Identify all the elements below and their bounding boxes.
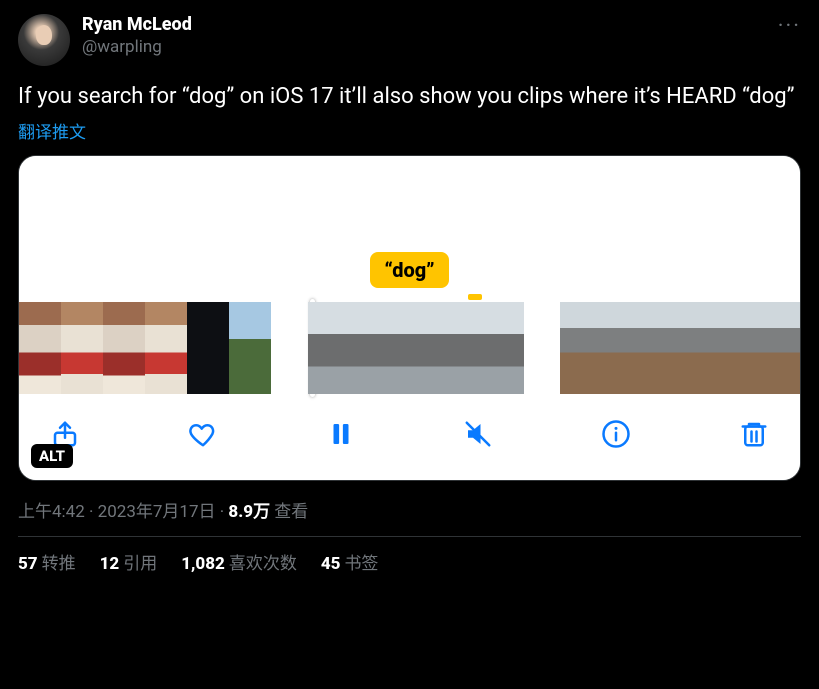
meta-date[interactable]: 2023年7月17日 [98, 502, 216, 522]
alt-badge[interactable]: ALT [31, 444, 73, 468]
media-toolbar [19, 394, 800, 480]
thumbnail [145, 302, 187, 394]
caption-badge: “dog” [370, 252, 448, 288]
clip-group-1[interactable] [19, 302, 271, 394]
thumbnail [380, 302, 452, 394]
stat-likes[interactable]: 1,082喜欢次数 [181, 549, 297, 574]
author-block: Ryan McLeod @warpling [82, 14, 192, 58]
badge-row: “dog” [19, 252, 800, 288]
muted-icon[interactable] [460, 416, 496, 452]
thumbnail [760, 302, 800, 394]
thumbnail [308, 302, 380, 394]
thumbnail [680, 302, 720, 394]
meta-sep: · [216, 502, 229, 522]
divider [18, 536, 801, 537]
meta-sep: · [85, 502, 98, 522]
thumbnail [229, 302, 271, 394]
thumbnail [103, 302, 145, 394]
tweet-meta: 上午4:42 · 2023年7月17日 · 8.9万 查看 [18, 497, 801, 522]
clip-group-2[interactable] [308, 302, 524, 394]
thumbnail [600, 302, 640, 394]
thumbnail [187, 302, 229, 394]
thumbnail [560, 302, 600, 394]
clip-gap [271, 302, 308, 394]
translate-link[interactable]: 翻译推文 [18, 118, 801, 143]
tweet: Ryan McLeod @warpling ··· If you search … [0, 0, 819, 582]
trash-icon[interactable] [736, 416, 772, 452]
audio-marker-icon [468, 294, 482, 300]
media-whitespace [19, 156, 800, 252]
stat-quotes[interactable]: 12引用 [100, 549, 158, 574]
avatar[interactable] [18, 14, 70, 66]
thumbnail [720, 302, 760, 394]
stat-retweets[interactable]: 57转推 [18, 549, 76, 574]
timeline-strip[interactable] [19, 302, 800, 394]
clip-group-3[interactable] [560, 302, 800, 394]
pause-icon[interactable] [323, 416, 359, 452]
thumbnail [452, 302, 524, 394]
info-icon[interactable] [598, 416, 634, 452]
thumbnail [61, 302, 103, 394]
handle[interactable]: @warpling [82, 37, 192, 58]
heart-icon[interactable] [185, 416, 221, 452]
thumbnail [19, 302, 61, 394]
tweet-stats: 57转推 12引用 1,082喜欢次数 45书签 [18, 549, 801, 574]
meta-views-label: 查看 [270, 502, 308, 522]
tweet-text: If you search for “dog” on iOS 17 it’ll … [18, 82, 801, 112]
display-name[interactable]: Ryan McLeod [82, 14, 192, 37]
more-icon[interactable]: ··· [778, 14, 801, 39]
tweet-header: Ryan McLeod @warpling ··· [18, 14, 801, 66]
stat-bookmarks[interactable]: 45书签 [321, 549, 379, 574]
media-card[interactable]: “dog” [18, 155, 801, 481]
thumbnail [640, 302, 680, 394]
clip-gap [524, 302, 561, 394]
tick-row [19, 288, 800, 302]
meta-views-count: 8.9万 [228, 502, 270, 522]
meta-time[interactable]: 上午4:42 [18, 502, 85, 522]
